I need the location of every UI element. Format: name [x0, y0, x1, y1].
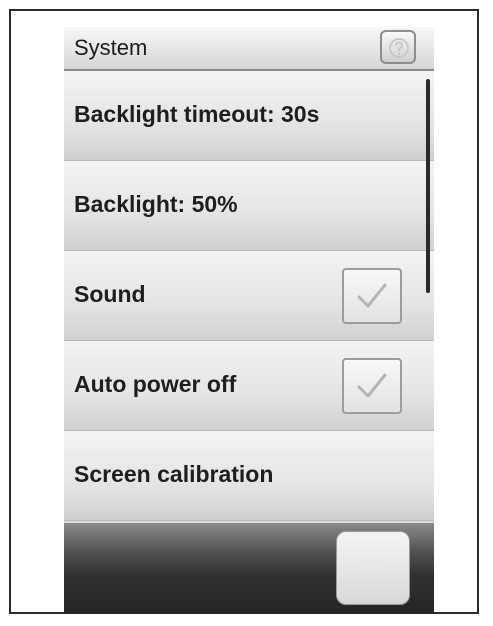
device-screen: System Backlight timeout: 30s Backlight:…	[64, 27, 434, 613]
setting-backlight-timeout[interactable]: Backlight timeout: 30s	[64, 71, 434, 161]
checkmark-icon	[357, 283, 387, 308]
page-title: System	[74, 35, 148, 60]
setting-screen-calibration[interactable]: Screen calibration	[64, 431, 434, 521]
title-bar: System	[64, 27, 434, 71]
settings-list: Backlight timeout: 30s Backlight: 50% So…	[64, 71, 434, 521]
sound-checkbox[interactable]	[342, 268, 402, 324]
setting-sound[interactable]: Sound	[64, 251, 434, 341]
setting-backlight[interactable]: Backlight: 50%	[64, 161, 434, 251]
bottom-toolbar	[64, 523, 434, 613]
back-button[interactable]	[336, 531, 410, 605]
setting-label: Backlight timeout: 30s	[74, 101, 320, 127]
setting-auto-power-off[interactable]: Auto power off	[64, 341, 434, 431]
scrollbar[interactable]	[426, 79, 430, 293]
help-button[interactable]	[380, 30, 416, 64]
setting-label: Screen calibration	[74, 461, 274, 487]
setting-label: Sound	[74, 281, 146, 307]
setting-label: Auto power off	[74, 371, 237, 397]
setting-label: Backlight: 50%	[74, 191, 238, 217]
back-icon	[359, 567, 389, 571]
checkmark-icon	[357, 373, 387, 398]
help-icon	[389, 38, 409, 58]
auto-power-off-checkbox[interactable]	[342, 358, 402, 414]
